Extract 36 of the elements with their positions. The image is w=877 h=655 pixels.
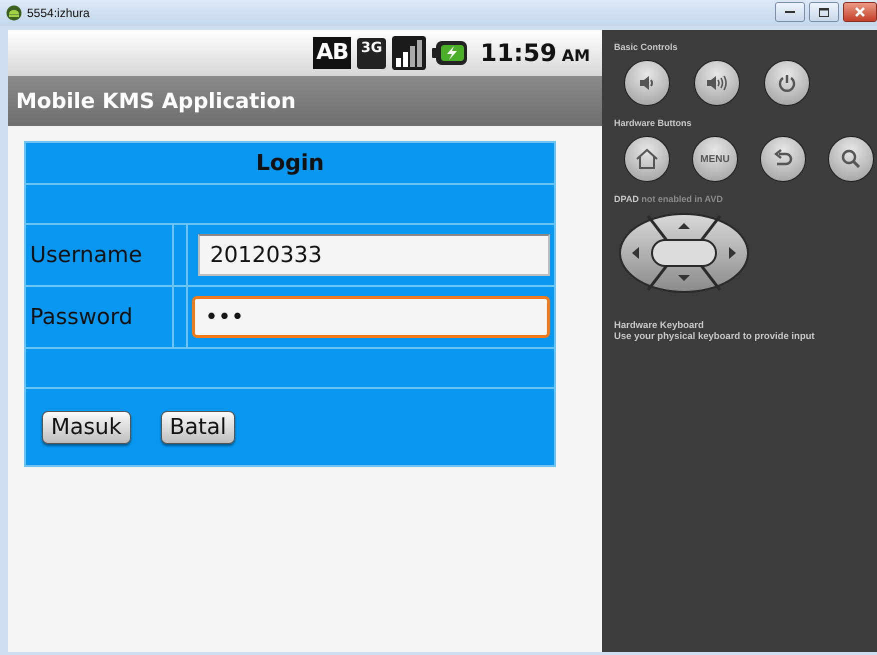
menu-button[interactable]: MENU	[692, 136, 738, 182]
android-icon	[6, 5, 22, 21]
search-icon[interactable]	[828, 136, 874, 182]
input-field[interactable]: 20120333	[198, 234, 550, 276]
section-label: Basic Controls	[614, 42, 678, 52]
dpad-label: DPAD not enabled in AVD	[614, 194, 723, 204]
form-button[interactable]: Masuk	[42, 410, 131, 444]
form-title: Login	[256, 150, 324, 176]
keyboard-title: Hardware Keyboard	[614, 320, 704, 331]
maximize-icon	[819, 8, 829, 16]
keyboard-hint: Use your physical keyboard to provide input	[614, 331, 815, 342]
field-label: Username	[30, 242, 142, 268]
form-button[interactable]: Batal	[160, 410, 236, 444]
input-field[interactable]: •••	[192, 296, 550, 338]
volume-up-icon[interactable]	[694, 60, 740, 106]
close-icon	[855, 7, 865, 17]
status-badge: AB	[313, 37, 352, 69]
network-badge: 3G	[357, 38, 386, 68]
battery-icon	[432, 40, 468, 66]
window-title: 5554:izhura	[27, 6, 90, 20]
section-label: Hardware Buttons	[614, 118, 692, 128]
app-title: Mobile KMS Application	[16, 89, 296, 113]
table-cell	[174, 287, 186, 347]
home-icon[interactable]	[624, 136, 670, 182]
close-button[interactable]	[843, 2, 877, 22]
minimize-icon	[785, 10, 795, 14]
power-icon[interactable]	[764, 60, 810, 106]
back-icon[interactable]	[760, 136, 806, 182]
maximize-button[interactable]	[809, 2, 839, 22]
clock-meridiem: AM	[562, 46, 590, 65]
field-label: Password	[30, 304, 133, 330]
minimize-button[interactable]	[775, 2, 805, 22]
table-cell	[174, 225, 186, 285]
signal-icon	[392, 36, 426, 70]
clock-time: 11:59	[480, 39, 557, 67]
volume-down-icon[interactable]	[624, 60, 670, 106]
